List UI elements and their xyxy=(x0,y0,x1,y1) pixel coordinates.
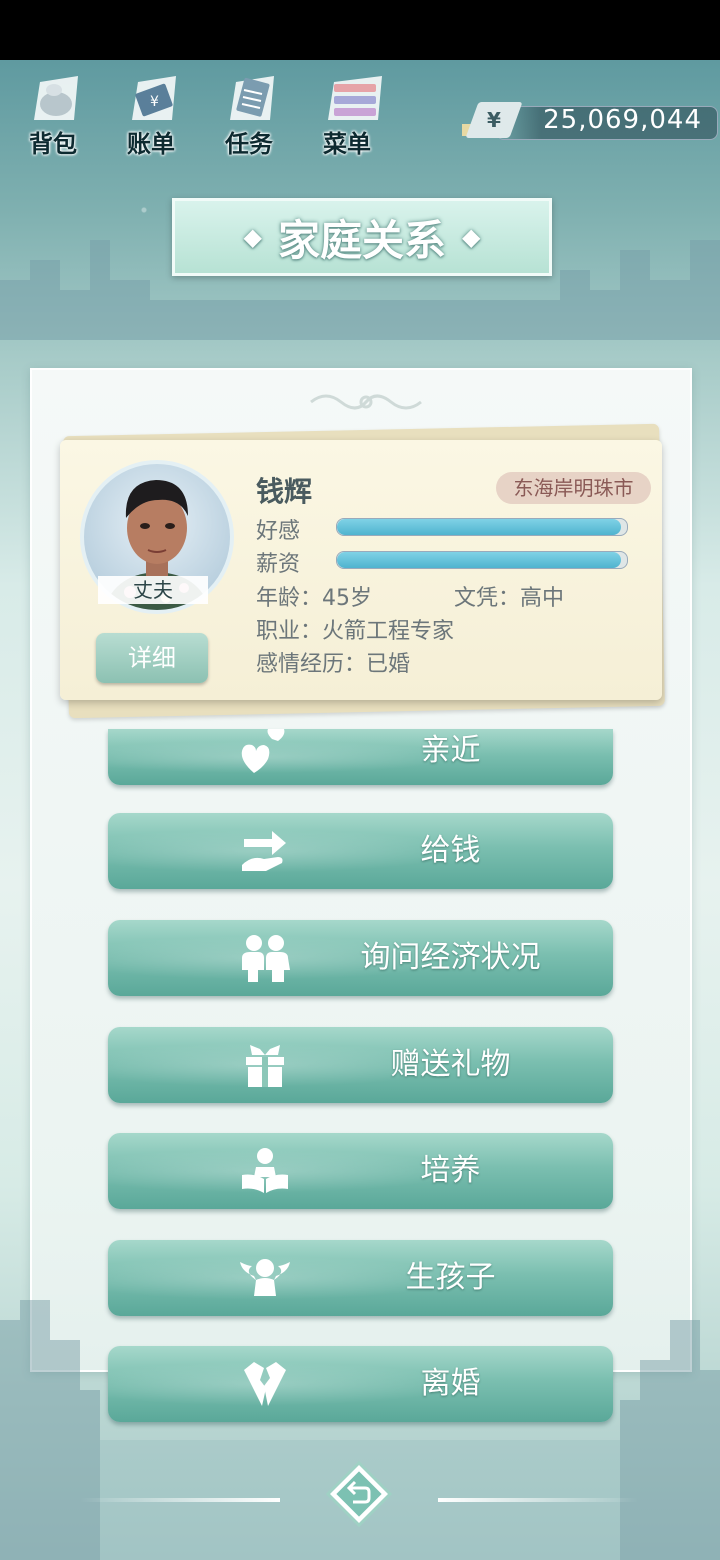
occupation-text: 职业：火箭工程专家 xyxy=(256,619,455,644)
ornament-icon xyxy=(310,394,422,410)
bag-button[interactable]: 背包 xyxy=(18,70,90,160)
top-menu: 背包 ¥ 账单 任务 菜单 xyxy=(18,70,384,160)
education-text: 文凭：高中 xyxy=(454,586,565,611)
action-button-ask-finances[interactable]: 询问经济状况 xyxy=(108,920,613,996)
svg-text:¥: ¥ xyxy=(150,94,159,110)
bag-icon xyxy=(34,76,78,120)
salary-bar xyxy=(336,551,628,569)
divider-left xyxy=(80,1498,280,1502)
action-label: 给钱 xyxy=(420,833,481,868)
bill-label: 账单 xyxy=(127,130,175,158)
bag-label: 背包 xyxy=(29,130,77,158)
gift-icon xyxy=(246,1045,284,1087)
hearts-icon xyxy=(241,729,285,773)
bill-icon: ¥ xyxy=(132,76,176,120)
page-title: ◆ 家庭关系 ◆ xyxy=(172,198,552,276)
city-badge: 东海岸明珠市 xyxy=(496,472,651,504)
diamond-icon: ◆ xyxy=(243,223,262,251)
diamond-icon: ◆ xyxy=(462,223,481,251)
menu-label: 菜单 xyxy=(323,130,371,158)
action-button-give-money[interactable]: 给钱 xyxy=(108,813,613,889)
role-label: 丈夫 xyxy=(98,576,208,604)
back-icon xyxy=(325,1460,393,1528)
back-button[interactable] xyxy=(325,1460,393,1528)
money-display: ¥ 25,069,044 xyxy=(462,102,718,140)
action-label: 培养 xyxy=(420,1153,481,1188)
task-icon xyxy=(230,76,274,120)
people-icon xyxy=(242,935,290,982)
salary-bar-fill xyxy=(337,552,622,568)
salary-label: 薪资 xyxy=(256,552,301,577)
relationship-text: 感情经历：已婚 xyxy=(256,652,411,677)
age-text: 年龄：45岁 xyxy=(256,586,372,611)
favor-bar xyxy=(336,518,628,536)
money-amount: 25,069,044 xyxy=(543,105,702,135)
bill-button[interactable]: ¥ 账单 xyxy=(116,70,188,160)
page-title-text: 家庭关系 xyxy=(277,215,446,265)
detail-button[interactable]: 详细 xyxy=(96,633,208,683)
reading-icon xyxy=(242,1148,288,1193)
task-label: 任务 xyxy=(225,130,273,158)
action-label: 赠送礼物 xyxy=(390,1047,511,1082)
action-label: 亲近 xyxy=(420,733,481,768)
character-name: 钱辉 xyxy=(256,475,313,508)
action-button-gift[interactable]: 赠送礼物 xyxy=(108,1027,613,1103)
menu-icon xyxy=(328,76,382,120)
task-button[interactable]: 任务 xyxy=(214,70,286,160)
action-button-close[interactable]: 亲近 xyxy=(108,729,613,785)
favor-label: 好感 xyxy=(256,519,301,544)
give-money-icon xyxy=(242,831,286,871)
action-button-nurture[interactable]: 培养 xyxy=(108,1133,613,1209)
menu-button[interactable]: 菜单 xyxy=(312,70,384,160)
yen-icon: ¥ xyxy=(465,102,523,138)
action-label: 询问经济状况 xyxy=(360,940,541,975)
favor-bar-fill xyxy=(337,519,622,535)
status-bar xyxy=(0,0,720,60)
divider-right xyxy=(438,1498,638,1502)
